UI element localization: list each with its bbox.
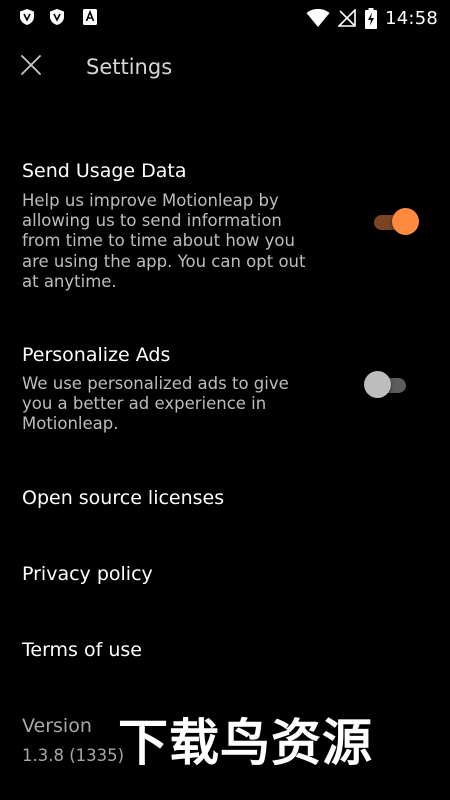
battery-charging-icon [365, 7, 378, 29]
usage-data-description: Help us improve Motionleap by allowing u… [22, 191, 347, 292]
ads-desc-line: you a better ad experience in [22, 394, 267, 414]
toggle-thumb [392, 208, 419, 235]
toggle-thumb [364, 371, 391, 398]
personalize-ads-toggle[interactable] [364, 370, 408, 400]
watermark-text: 下载鸟资源 [118, 714, 373, 772]
usage-data-title: Send Usage Data [22, 160, 187, 182]
a-notification-icon [83, 9, 97, 25]
version-value: 1.3.8 (1335) [22, 746, 125, 765]
open-source-licenses-link[interactable]: Open source licenses [22, 486, 224, 510]
shield-v-icon [50, 9, 64, 25]
status-time: 14:58 [385, 7, 438, 29]
usage-data-toggle[interactable] [372, 207, 419, 237]
wifi-icon [306, 8, 330, 28]
close-icon [21, 55, 41, 79]
page-title: Settings [86, 55, 173, 79]
signal-off-icon [338, 9, 356, 27]
close-button[interactable] [14, 50, 48, 84]
personalize-ads-description: We use personalized ads to give you a be… [22, 374, 347, 435]
usage-desc-line: from time to time about how you [22, 231, 295, 251]
terms-of-use-link[interactable]: Terms of use [22, 638, 142, 662]
ads-desc-line: Motionleap. [22, 414, 119, 434]
usage-desc-line: are using the app. You can opt out [22, 251, 306, 271]
usage-desc-line: allowing us to send information [22, 211, 282, 231]
personalize-ads-title: Personalize Ads [22, 344, 171, 366]
usage-desc-line: Help us improve Motionleap by [22, 191, 279, 210]
version-label: Version [22, 715, 92, 737]
shield-v-icon [20, 9, 34, 25]
privacy-policy-link[interactable]: Privacy policy [22, 562, 153, 586]
status-bar: 14:58 [0, 0, 450, 36]
ads-desc-line: We use personalized ads to give [22, 374, 289, 393]
usage-desc-line: at anytime. [22, 271, 117, 291]
